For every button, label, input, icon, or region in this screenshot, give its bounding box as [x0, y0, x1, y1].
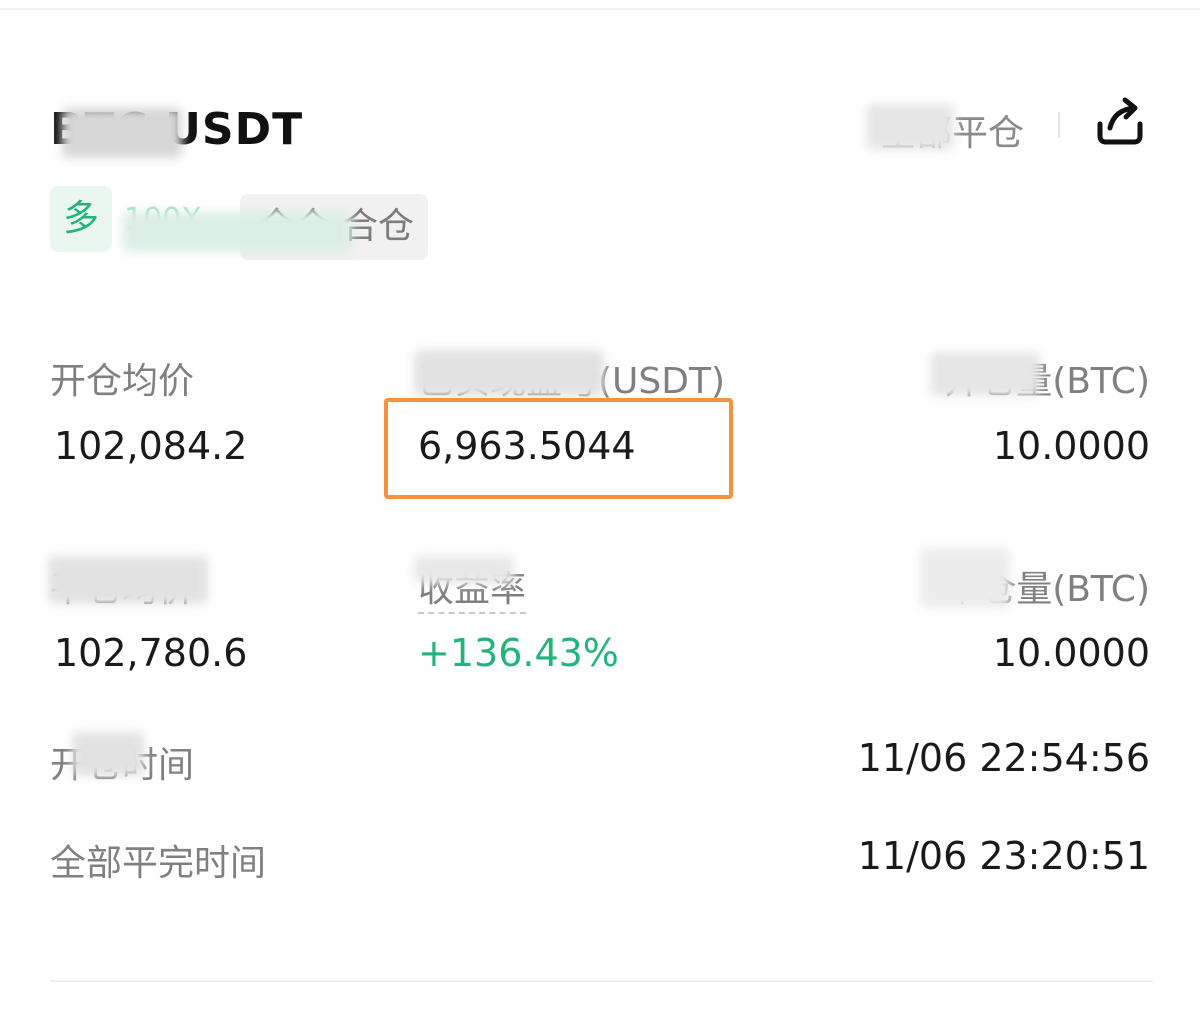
direction-tag: 多: [50, 186, 112, 252]
share-icon[interactable]: [1092, 96, 1148, 148]
bottom-divider: [50, 980, 1153, 982]
privacy-blur: [866, 104, 954, 150]
open-time-value: 11/06 22:54:56: [857, 736, 1150, 780]
privacy-blur: [122, 212, 352, 252]
privacy-blur: [48, 556, 208, 604]
open-avg-price-label: 开仓均价: [50, 361, 195, 402]
close-avg-price-value: 102,780.6: [54, 631, 248, 675]
top-divider: [0, 8, 1200, 10]
yield-value: +136.43%: [418, 631, 619, 675]
privacy-blur: [920, 548, 1010, 608]
privacy-blur: [930, 352, 1040, 396]
header-divider: [1058, 112, 1060, 138]
full-close-time-value: 11/06 23:20:51: [857, 834, 1150, 878]
privacy-blur: [414, 556, 514, 584]
privacy-blur: [62, 108, 182, 158]
close-amount-value: 10.0000: [992, 631, 1150, 675]
privacy-blur: [414, 350, 604, 396]
highlight-box: [384, 398, 733, 499]
open-amount-value: 10.0000: [992, 424, 1150, 468]
full-close-time-label: 全部平完时间: [50, 843, 267, 884]
open-avg-price-value: 102,084.2: [54, 424, 248, 468]
privacy-blur: [72, 732, 144, 776]
